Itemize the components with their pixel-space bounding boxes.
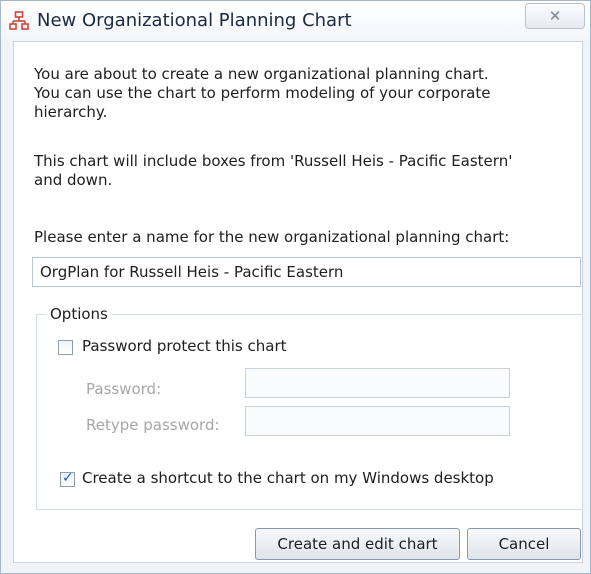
org-chart-icon (9, 11, 29, 31)
password-field[interactable] (245, 368, 510, 398)
name-prompt-label: Please enter a name for the new organiza… (34, 228, 510, 246)
chart-name-input[interactable] (32, 257, 581, 287)
intro-text: You are about to create a new organizati… (34, 65, 491, 121)
checkmark-icon: ✓ (62, 470, 74, 486)
title-bar: New Organizational Planning Chart ✕ (1, 1, 590, 41)
shortcut-checkbox[interactable]: ✓ (60, 470, 75, 487)
create-and-edit-chart-button[interactable]: Create and edit chart (255, 528, 460, 560)
password-protect-label[interactable]: Password protect this chart (82, 337, 287, 355)
password-label: Password: (86, 380, 162, 398)
dialog-content: You are about to create a new organizati… (13, 41, 583, 563)
options-legend: Options (46, 305, 112, 323)
retype-password-label: Retype password: (86, 416, 220, 434)
retype-password-field[interactable] (245, 406, 510, 436)
scope-text: This chart will include boxes from 'Russ… (34, 152, 513, 189)
dialog-window: New Organizational Planning Chart ✕ You … (0, 0, 591, 574)
close-icon: ✕ (548, 7, 562, 25)
close-button[interactable]: ✕ (525, 3, 585, 29)
password-protect-checkbox[interactable] (58, 340, 73, 355)
window-title: New Organizational Planning Chart (37, 10, 352, 31)
shortcut-label[interactable]: Create a shortcut to the chart on my Win… (82, 469, 494, 487)
cancel-button[interactable]: Cancel (467, 528, 581, 560)
